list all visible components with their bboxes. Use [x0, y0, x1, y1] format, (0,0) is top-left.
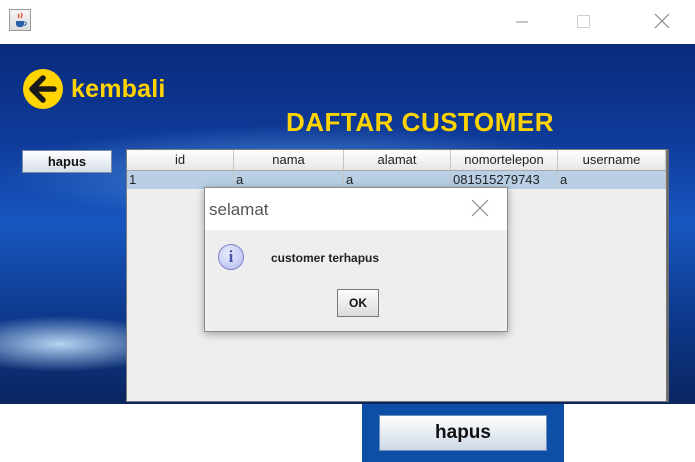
- dialog-title: selamat: [209, 200, 269, 219]
- message-dialog: selamat i customer terhapus OK: [204, 187, 508, 332]
- table-header: id nama alamat nomortelepon username: [127, 150, 666, 171]
- dialog-titlebar: selamat: [205, 188, 507, 230]
- minimize-button[interactable]: [509, 10, 535, 32]
- arrow-left-icon: [23, 69, 63, 109]
- column-header-nomortelepon[interactable]: nomortelepon: [451, 150, 558, 170]
- back-label: kembali: [71, 74, 166, 103]
- page-title: DAFTAR CUSTOMER: [286, 107, 554, 137]
- info-icon: i: [218, 244, 244, 270]
- dialog-message: customer terhapus: [271, 251, 380, 265]
- column-header-username[interactable]: username: [558, 150, 666, 170]
- delete-button[interactable]: hapus: [22, 150, 112, 173]
- column-header-id[interactable]: id: [127, 150, 234, 170]
- window-close-button[interactable]: [649, 10, 675, 32]
- hapus-preview-button[interactable]: hapus: [379, 415, 547, 451]
- java-cup-icon: [9, 9, 31, 31]
- maximize-button[interactable]: [570, 10, 596, 32]
- cell-username: a: [558, 171, 666, 189]
- window-titlebar: [0, 0, 695, 44]
- column-header-alamat[interactable]: alamat: [344, 150, 451, 170]
- column-header-nama[interactable]: nama: [234, 150, 344, 170]
- ok-button[interactable]: OK: [337, 289, 379, 317]
- table-right-border: [667, 149, 669, 402]
- hapus-button-preview: hapus: [362, 404, 564, 462]
- close-icon: [471, 199, 489, 217]
- dialog-close-button[interactable]: [470, 198, 490, 218]
- close-icon: [654, 13, 670, 29]
- minimize-icon: [516, 21, 528, 23]
- maximize-icon: [577, 15, 590, 28]
- back-button[interactable]: kembali: [23, 65, 166, 113]
